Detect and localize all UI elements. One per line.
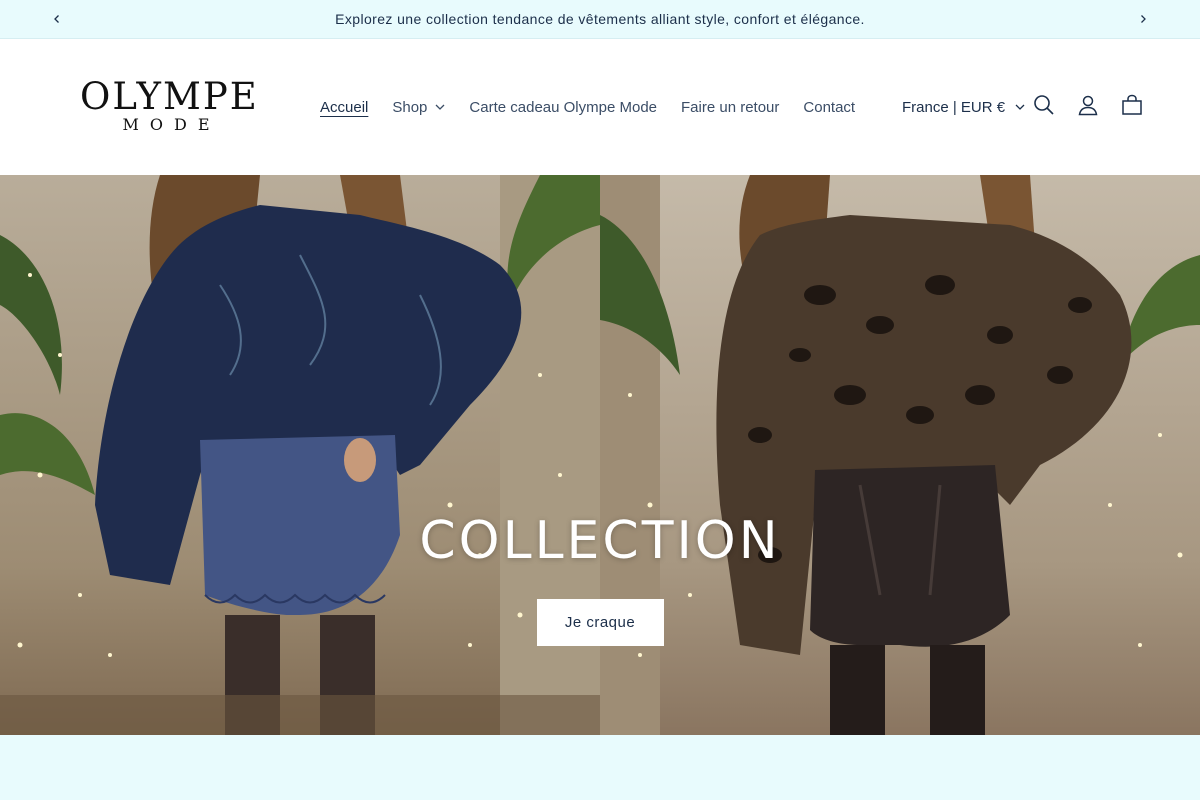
search-icon: [1033, 94, 1055, 121]
nav-item-label: Contact: [803, 98, 856, 116]
main-nav: Accueil Shop Carte cadeau Olympe Mode Fa…: [308, 85, 867, 129]
cart-icon: [1121, 94, 1143, 121]
site-header: OLYMPE MODE Accueil Shop Carte cadeau Ol…: [0, 39, 1200, 175]
announcement-bar: Explorez une collection tendance de vête…: [0, 0, 1200, 39]
nav-item-label: Faire un retour: [681, 98, 780, 116]
announcement-text: Explorez une collection tendance de vête…: [335, 11, 865, 27]
hero-image-left: [0, 175, 600, 735]
announcement-prev-button[interactable]: [37, 0, 77, 39]
account-icon: [1077, 94, 1099, 121]
announcement-next-button[interactable]: [1123, 0, 1163, 39]
hero-content: COLLECTION Je craque: [0, 505, 1200, 646]
chevron-left-icon: [52, 11, 62, 29]
nav-item-label: Accueil: [320, 98, 369, 116]
nav-item-label: Carte cadeau Olympe Mode: [469, 98, 658, 116]
next-section: [0, 735, 1200, 800]
chevron-right-icon: [1138, 11, 1148, 29]
hero-title: COLLECTION: [419, 511, 781, 571]
nav-item-shop[interactable]: Shop: [380, 85, 457, 129]
chevron-down-icon: [435, 104, 445, 110]
cart-button[interactable]: [1110, 85, 1154, 129]
shop-now-button[interactable]: Je craque: [536, 599, 664, 646]
hero-banner: COLLECTION Je craque: [0, 175, 1200, 735]
hero-image-right: [600, 175, 1200, 735]
nav-item-returns[interactable]: Faire un retour: [669, 85, 791, 129]
locale-label: France | EUR €: [902, 98, 1006, 116]
logo[interactable]: OLYMPE MODE: [80, 75, 259, 137]
account-button[interactable]: [1066, 85, 1110, 129]
nav-item-contact[interactable]: Contact: [791, 85, 867, 129]
search-button[interactable]: [1022, 85, 1066, 129]
country-currency-selector[interactable]: France | EUR €: [890, 85, 1037, 129]
nav-item-accueil[interactable]: Accueil: [308, 85, 380, 129]
logo-subtitle: MODE: [122, 115, 221, 134]
logo-wordmark: OLYMPE: [80, 75, 259, 118]
nav-item-gift-card[interactable]: Carte cadeau Olympe Mode: [457, 85, 669, 129]
nav-item-label: Shop: [392, 98, 428, 116]
